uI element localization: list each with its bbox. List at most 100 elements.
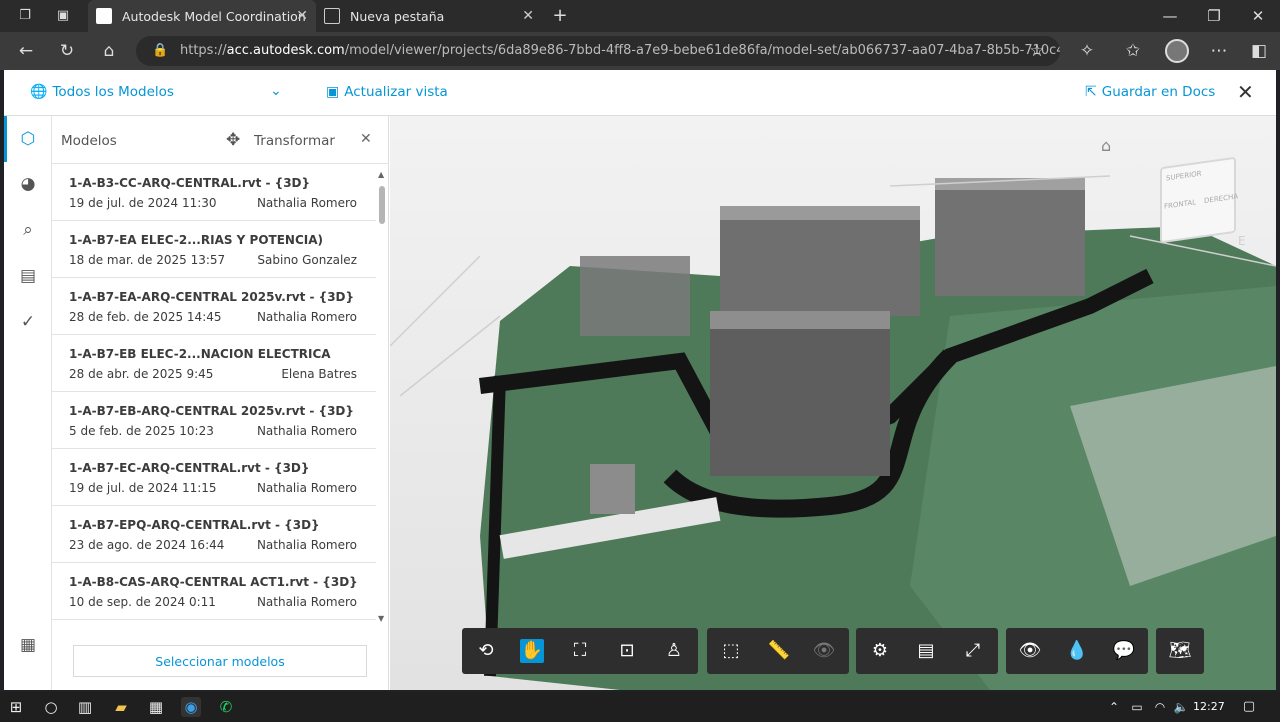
viewcube-front[interactable]: FRONTAL (1164, 198, 1196, 211)
list-item[interactable]: 1-A-B7-EB ELEC-2...NACION ELECTRICA 28 d… (52, 335, 376, 392)
fit-view-icon[interactable]: ⛶ (568, 639, 592, 663)
refresh-view-icon: ▣ (326, 84, 340, 100)
tray-expand-icon[interactable]: ⌃ (1104, 697, 1124, 717)
pan-hand-icon[interactable]: ✋ (520, 639, 544, 663)
file-explorer-icon[interactable]: ▰ (111, 697, 131, 717)
measure-ruler-icon[interactable]: 📏 (767, 639, 791, 663)
extensions-icon[interactable]: ✧ (1077, 41, 1097, 61)
views-icon[interactable]: ◕ (17, 173, 39, 195)
table-icon[interactable]: ▦ (17, 634, 39, 656)
notifications-icon[interactable]: ▢ (1239, 697, 1259, 717)
models-dropdown[interactable]: 🌐 Todos los Modelos (30, 84, 174, 100)
edge-icon[interactable]: ◉ (181, 697, 201, 717)
home-icon[interactable]: ⌂ (99, 41, 119, 61)
building-back-right (935, 186, 1085, 296)
sidebar-toggle-icon[interactable]: ◧ (1249, 41, 1269, 61)
viewcube[interactable]: SUPERIOR FRONTAL DERECHA (1160, 156, 1238, 244)
minimap-icon[interactable]: 🗺 (1168, 639, 1192, 663)
workspaces-icon[interactable]: ❐ (16, 7, 34, 25)
list-scrollbar[interactable]: ▲ ▼ (376, 164, 389, 624)
model-date: 23 de ago. de 2024 16:44 (69, 538, 225, 552)
clash-search-icon[interactable]: ⌕ (17, 219, 39, 241)
transform-button[interactable]: Transformar (254, 133, 335, 149)
close-tab-icon[interactable]: ✕ (522, 8, 534, 24)
vertical-tabs-icon[interactable]: ▣ (54, 7, 72, 25)
walk-person-icon[interactable]: ♙ (662, 639, 686, 663)
orbit-icon[interactable]: ⟲ (474, 639, 498, 663)
list-item[interactable]: 1-A-B8-CAS-ARQ-CENTRAL ACT1.rvt - {3D} 1… (52, 563, 376, 620)
calculator-icon[interactable]: ▦ (146, 697, 166, 717)
window-close-icon[interactable]: ✕ (1236, 0, 1280, 32)
favorites-icon[interactable]: ✩ (1123, 41, 1143, 61)
restore-icon[interactable]: ❐ (1192, 0, 1236, 32)
model-name: 1-A-B7-EB ELEC-2...NACION ELECTRICA (69, 347, 331, 361)
list-item[interactable]: 1-A-B7-EA ELEC-2...RIAS Y POTENCIA) 18 d… (52, 221, 376, 278)
section-box-icon[interactable]: ⬚ (719, 639, 743, 663)
building-back-left-roof (720, 206, 920, 220)
sheets-icon[interactable]: ▤ (17, 265, 39, 287)
minimize-icon[interactable]: — (1148, 0, 1192, 32)
scroll-up-icon[interactable]: ▲ (378, 170, 384, 179)
new-tab-icon[interactable]: + (551, 7, 569, 25)
close-panel-icon[interactable]: ✕ (360, 131, 372, 147)
visibility-eye-icon[interactable]: 👁 (1018, 639, 1042, 663)
model-name: 1-A-B3-CC-ARQ-CENTRAL.rvt - {3D} (69, 176, 311, 190)
favorite-star-icon[interactable]: ☆ (1027, 41, 1047, 61)
scroll-down-icon[interactable]: ▼ (378, 614, 384, 623)
taskbar-clock[interactable]: 12:27 (1193, 700, 1225, 713)
list-item[interactable]: 1-A-B7-EPQ-ARQ-CENTRAL.rvt - {3D} 23 de … (52, 506, 376, 563)
list-item[interactable]: 1-A-B7-EB-ARQ-CENTRAL 2025v.rvt - {3D} 5… (52, 392, 376, 449)
list-item[interactable]: 1-A-B3-CC-ARQ-CENTRAL.rvt - {3D} 19 de j… (52, 164, 376, 221)
models-panel-title: Modelos (61, 133, 117, 149)
search-circle-icon[interactable]: ○ (41, 697, 61, 717)
model-user: Nathalia Romero (256, 424, 357, 438)
url-bar[interactable]: 🔒 https://acc.autodesk.com/model/viewer/… (136, 36, 1060, 66)
wifi-icon[interactable]: ◠ (1150, 697, 1170, 717)
refresh-icon[interactable]: ↻ (57, 41, 77, 61)
refresh-view-button[interactable]: ▣ Actualizar vista (326, 84, 448, 100)
issues-check-icon[interactable]: ✓ (17, 311, 39, 333)
building-back-left (720, 216, 920, 316)
list-item[interactable]: 1-A-B7-EA-ARQ-CENTRAL 2025v.rvt - {3D} 2… (52, 278, 376, 335)
app-header: 🌐 Todos los Modelos ⌄ ▣ Actualizar vista… (4, 70, 1276, 116)
properties-icon[interactable]: ▤ (914, 639, 938, 663)
model-date: 19 de jul. de 2024 11:15 (69, 481, 217, 495)
zoom-window-icon[interactable]: ⊡ (615, 639, 639, 663)
models-cube-icon[interactable]: ⬡ (17, 128, 39, 150)
visibility-disabled-icon: 👁 (812, 640, 836, 661)
viewcube-right[interactable]: DERECHA (1204, 192, 1238, 205)
profile-avatar[interactable] (1165, 39, 1189, 63)
list-item[interactable]: 1-A-B7-EC-ARQ-CENTRAL.rvt - {3D} 19 de j… (52, 449, 376, 506)
windows-start-icon[interactable]: ⊞ (6, 697, 26, 717)
close-viewer-icon[interactable]: ✕ (1237, 80, 1254, 104)
scroll-thumb[interactable] (379, 186, 385, 224)
tab-title: Nueva pestaña (350, 8, 445, 24)
model-date: 10 de sep. de 2024 0:11 (69, 595, 216, 609)
model-date: 18 de mar. de 2025 13:57 (69, 253, 226, 267)
more-menu-icon[interactable]: ⋯ (1209, 41, 1229, 61)
3d-viewer[interactable]: ⌂ SUPERIOR FRONTAL DERECHA E ⟲ ✋ ⛶ ⊡ ♙ ⬚… (390, 116, 1276, 690)
model-user: Sabino Gonzalez (257, 253, 357, 267)
lock-icon: 🔒 (152, 43, 169, 58)
tab-new[interactable]: Nueva pestaña ✕ (316, 0, 542, 32)
fullscreen-icon[interactable]: ⤢ (961, 639, 985, 663)
volume-icon[interactable]: 🔈 (1171, 697, 1191, 717)
model-scene[interactable] (390, 116, 1276, 690)
windows-taskbar: ⊞ ○ ▥ ▰ ▦ ◉ ✆ ⌃ ▭ ◠ 🔈 12:27 ▢ (0, 692, 1280, 722)
battery-icon[interactable]: ▭ (1127, 697, 1147, 717)
chevron-down-icon[interactable]: ⌄ (270, 83, 282, 99)
task-view-icon[interactable]: ▥ (75, 697, 95, 717)
settings-gear-icon[interactable]: ⚙ (868, 639, 892, 663)
back-icon[interactable]: ← (16, 41, 36, 61)
select-models-button[interactable]: Seleccionar modelos (73, 645, 367, 677)
model-user: Nathalia Romero (256, 595, 357, 609)
whatsapp-icon[interactable]: ✆ (216, 697, 236, 717)
appearance-icon[interactable]: 💧 (1065, 639, 1089, 663)
home-view-icon[interactable]: ⌂ (1101, 136, 1111, 155)
save-docs-button[interactable]: ⇱ Guardar en Docs (1085, 84, 1215, 100)
viewcube-top[interactable]: SUPERIOR (1166, 170, 1202, 183)
model-date: 5 de feb. de 2025 10:23 (69, 424, 214, 438)
close-tab-icon[interactable]: ✕ (296, 8, 308, 24)
tab-autodesk[interactable]: Autodesk Model Coordination ✕ (88, 0, 316, 32)
move-icon[interactable]: ✥ (226, 130, 240, 150)
